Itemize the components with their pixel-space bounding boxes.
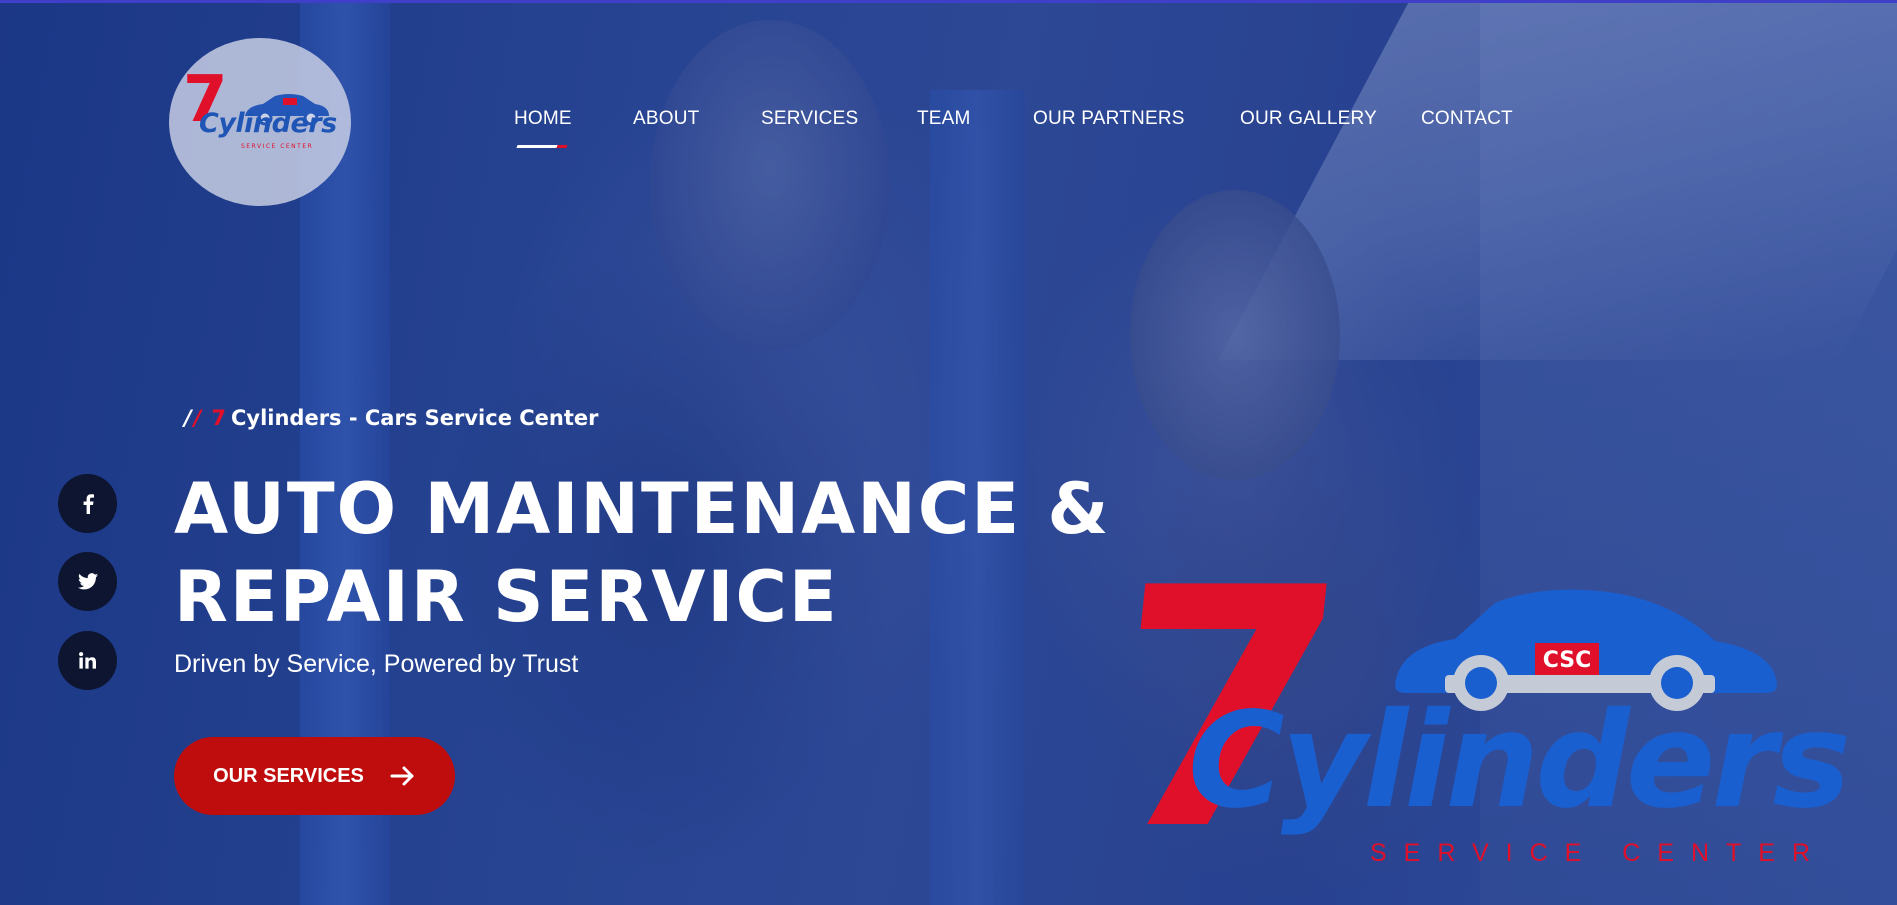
logo-subtitle: SERVICE CENTER	[241, 143, 314, 150]
twitter-icon	[77, 573, 98, 590]
arrow-right-icon	[390, 766, 414, 786]
nav-our-gallery[interactable]: OUR GALLERY	[1240, 108, 1377, 130]
hero-tagline: // 7 Cylinders - Cars Service Center	[184, 406, 599, 430]
nav-active-indicator	[516, 145, 568, 148]
tagline-slash-icon: /	[184, 406, 192, 430]
hero-subheadline: Driven by Service, Powered by Trust	[174, 650, 579, 678]
tagline-seven: 7	[211, 406, 226, 430]
site-logo[interactable]: 7 Cylinders SERVICE CENTER	[169, 38, 351, 206]
twitter-button[interactable]	[58, 552, 117, 611]
large-logo-subtitle: SERVICE CENTER	[1370, 839, 1828, 867]
headline-line-1: AUTO MAINTENANCE &	[174, 468, 1111, 550]
nav-team[interactable]: TEAM	[917, 108, 971, 130]
cta-label: OUR SERVICES	[213, 764, 364, 787]
linkedin-icon	[79, 652, 96, 669]
tagline-slash-red-icon: /	[193, 406, 202, 430]
large-logo-wordmark: Cylinders	[1188, 684, 1851, 838]
linkedin-button[interactable]	[58, 631, 117, 690]
plate-text: CSC	[1543, 648, 1592, 673]
logo-wordmark: Cylinders	[199, 108, 337, 139]
hero-headline: AUTO MAINTENANCE & REPAIR SERVICE	[174, 465, 1110, 641]
hero-section: 7 Cylinders SERVICE CENTER HOME ABOUT SE…	[0, 0, 1897, 905]
nav-services[interactable]: SERVICES	[761, 108, 858, 130]
headline-line-2: REPAIR SERVICE	[174, 556, 839, 638]
nav-contact[interactable]: CONTACT	[1421, 108, 1513, 130]
nav-our-partners[interactable]: OUR PARTNERS	[1033, 108, 1185, 130]
nav-about[interactable]: ABOUT	[633, 108, 699, 130]
nav-home[interactable]: HOME	[514, 108, 572, 130]
facebook-icon	[83, 493, 94, 514]
tagline-text: Cylinders - Cars Service Center	[230, 406, 599, 430]
facebook-button[interactable]	[58, 474, 117, 533]
our-services-button[interactable]: OUR SERVICES	[174, 737, 455, 815]
brand-logo-large: 7 CSC Cylinders SERVICE CENTER	[1090, 518, 1851, 902]
top-border	[0, 0, 1897, 3]
